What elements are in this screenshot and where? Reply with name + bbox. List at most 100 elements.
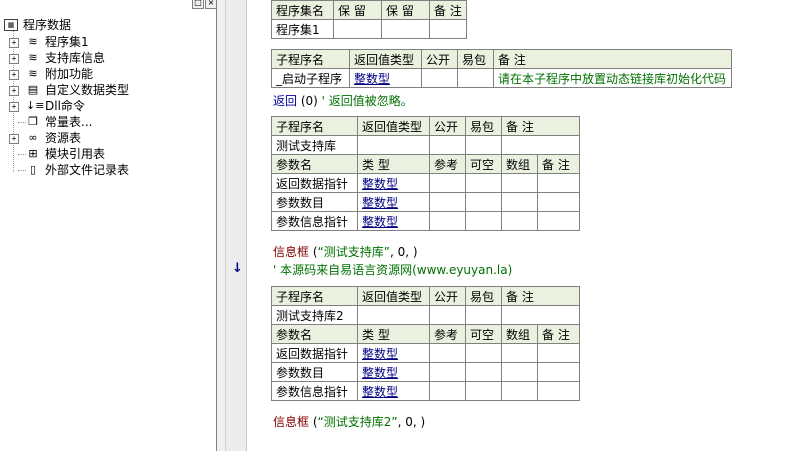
project-tree-panel: □ × ▦ 程序数据 + ≋ 程序集1 + ≋ 支持库信息 + ≋ 附加功能 +…	[0, 0, 217, 451]
program-data-icon: ▦	[4, 19, 18, 31]
param-name-cell[interactable]: 返回数据指针	[271, 173, 358, 193]
type-link[interactable]: 整数型	[362, 366, 398, 380]
type-link[interactable]: 整数型	[362, 385, 398, 399]
args: (0)	[297, 94, 322, 108]
table-cell[interactable]	[465, 305, 502, 325]
close-icon[interactable]: ×	[205, 0, 217, 9]
expand-icon[interactable]: +	[9, 86, 19, 96]
tree-item-label: 资源表	[45, 131, 82, 145]
sub-table-startup: 子程序名 返回值类型 公开 易包 备 注 _启动子程序 整数型 请在本子程序中放…	[271, 49, 732, 88]
col-header: 备 注	[537, 154, 580, 174]
col-header: 易包	[465, 116, 502, 136]
panel-buttons: □ ×	[192, 0, 218, 9]
tree-item-label: 附加功能	[45, 67, 94, 81]
param-type-cell[interactable]: 整数型	[357, 173, 430, 193]
type-link[interactable]: 整数型	[362, 215, 398, 229]
restore-icon[interactable]: □	[192, 0, 204, 9]
type-link[interactable]: 整数型	[362, 196, 398, 210]
tree-line	[18, 170, 26, 171]
easy-pack-cell[interactable]	[457, 68, 494, 88]
table-cell[interactable]	[333, 19, 382, 39]
expand-icon[interactable]: +	[9, 70, 19, 80]
param-type-cell[interactable]: 整数型	[357, 211, 430, 231]
splitter[interactable]	[217, 0, 225, 451]
table-cell[interactable]	[429, 381, 466, 401]
table-cell[interactable]	[429, 135, 466, 155]
code-line-return[interactable]: 返回 (0) ' 返回值被忽略。	[273, 93, 413, 109]
col-header: 程序集名	[271, 0, 334, 20]
sub-name-cell[interactable]: 测试支持库2	[271, 305, 358, 325]
table-cell[interactable]	[501, 211, 538, 231]
table-cell[interactable]	[429, 19, 467, 39]
table-cell[interactable]	[465, 362, 502, 382]
type-link[interactable]: 整数型	[354, 72, 390, 86]
expand-icon[interactable]: +	[9, 38, 19, 48]
table-cell[interactable]	[537, 192, 580, 212]
note-cell[interactable]: 请在本子程序中放置动态链接库初始化代码	[493, 68, 732, 88]
expand-icon[interactable]: +	[9, 54, 19, 64]
table-cell[interactable]	[501, 362, 538, 382]
table-cell[interactable]	[465, 343, 502, 363]
param-type-cell[interactable]: 整数型	[357, 343, 430, 363]
col-header: 数组	[501, 324, 538, 344]
col-header: 备 注	[501, 286, 580, 306]
table-cell[interactable]	[465, 173, 502, 193]
table-cell[interactable]	[501, 381, 538, 401]
table-cell[interactable]	[429, 362, 466, 382]
assembly-name-cell[interactable]: 程序集1	[271, 19, 334, 39]
table-cell[interactable]	[357, 305, 430, 325]
param-name-cell[interactable]: 参数信息指针	[271, 381, 358, 401]
col-header: 公开	[429, 116, 466, 136]
table-cell[interactable]	[429, 211, 466, 231]
table-cell[interactable]	[429, 343, 466, 363]
param-name-cell[interactable]: 返回数据指针	[271, 343, 358, 363]
custom-type-icon: ▤	[27, 83, 39, 96]
table-cell[interactable]	[537, 362, 580, 382]
table-cell[interactable]	[501, 173, 538, 193]
expand-icon[interactable]: +	[9, 134, 19, 144]
code-line-msgbox2[interactable]: 信息框 (“测试支持库2”, 0, )	[273, 414, 425, 430]
table-cell[interactable]	[465, 135, 502, 155]
table-cell[interactable]	[381, 19, 430, 39]
table-cell[interactable]	[429, 192, 466, 212]
table-cell[interactable]	[537, 211, 580, 231]
code-line-comment[interactable]: ' 本源码来自易语言资源网(www.eyuyan.la)	[273, 262, 512, 278]
col-header: 易包	[465, 286, 502, 306]
table-cell[interactable]	[357, 135, 430, 155]
param-name-cell[interactable]: 参数数目	[271, 192, 358, 212]
param-name-cell[interactable]: 参数数目	[271, 362, 358, 382]
type-link[interactable]: 整数型	[362, 177, 398, 191]
col-header: 可空	[465, 154, 502, 174]
paren: (	[309, 415, 318, 429]
param-type-cell[interactable]: 整数型	[357, 362, 430, 382]
table-cell[interactable]	[501, 343, 538, 363]
sub-name-cell[interactable]: 测试支持库	[271, 135, 358, 155]
expand-icon[interactable]: +	[9, 102, 19, 112]
col-header: 公开	[421, 49, 458, 69]
table-cell[interactable]	[465, 211, 502, 231]
code-editor[interactable]: 程序集名 保 留 保 留 备 注 程序集1 子程序名 返回值类型 公开 易包 备…	[247, 0, 793, 451]
table-cell[interactable]	[429, 305, 466, 325]
param-type-cell[interactable]: 整数型	[357, 381, 430, 401]
col-header: 可空	[465, 324, 502, 344]
table-cell[interactable]	[537, 173, 580, 193]
public-cell[interactable]	[421, 68, 458, 88]
col-header: 备 注	[501, 116, 580, 136]
type-link[interactable]: 整数型	[362, 347, 398, 361]
table-cell[interactable]	[501, 192, 538, 212]
sub-name-cell[interactable]: _启动子程序	[271, 68, 350, 88]
tree-item-label: 外部文件记录表	[45, 163, 130, 177]
table-cell[interactable]	[465, 192, 502, 212]
code-line-msgbox[interactable]: 信息框 (“测试支持库”, 0, )	[273, 244, 418, 260]
return-type-cell[interactable]: 整数型	[349, 68, 422, 88]
table-cell[interactable]	[537, 343, 580, 363]
args: , 0, )	[389, 245, 418, 259]
table-cell[interactable]	[501, 305, 580, 325]
table-cell[interactable]	[465, 381, 502, 401]
param-name-cell[interactable]: 参数信息指针	[271, 211, 358, 231]
table-cell[interactable]	[429, 173, 466, 193]
resource-table-icon: ∞	[28, 131, 38, 144]
table-cell[interactable]	[537, 381, 580, 401]
param-type-cell[interactable]: 整数型	[357, 192, 430, 212]
table-cell[interactable]	[501, 135, 580, 155]
